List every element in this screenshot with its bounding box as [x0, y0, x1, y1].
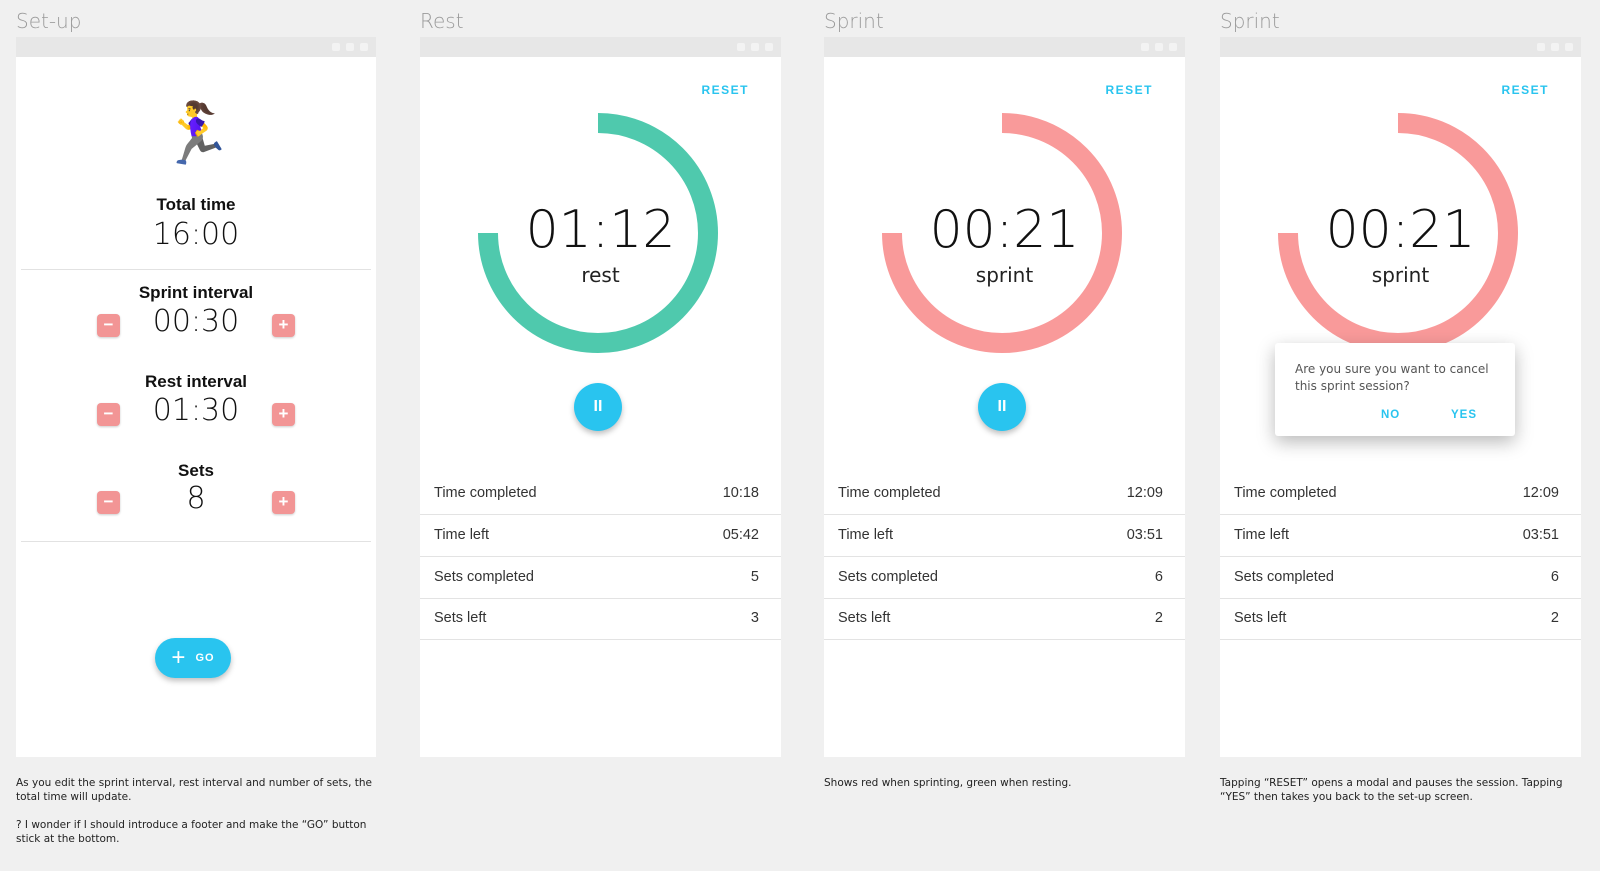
runner-icon: 🏃‍♀️: [158, 100, 234, 167]
setup-note-2: ? I wonder if I should introduce a foote…: [16, 819, 367, 845]
cancel-session-dialog: Are you sure you want to cancel this spr…: [1275, 343, 1515, 436]
stat-value: 12:09: [1522, 485, 1559, 501]
rest-screen: RESET 01:12 rest II Time completed 10:18 T…: [420, 57, 781, 757]
column-label-setup: Set-up: [16, 9, 82, 33]
status-bar: [1220, 37, 1581, 57]
stat-row: Sets completed 6: [1220, 557, 1581, 599]
yes-button[interactable]: YES: [1451, 409, 1477, 421]
go-label: GO: [195, 652, 215, 664]
stat-row: Sets left 2: [824, 598, 1185, 640]
stat-row: Sets completed 6: [824, 557, 1185, 599]
total-time-label: Total time: [156, 195, 236, 214]
status-bar: [16, 37, 376, 57]
setup-note-1: As you edit the sprint interval, rest in…: [16, 777, 373, 803]
no-button[interactable]: NO: [1381, 409, 1400, 421]
stat-value: 05:42: [722, 527, 759, 543]
reset-button[interactable]: RESET: [1501, 83, 1549, 97]
stat-row: Time left 05:42: [420, 515, 781, 557]
stat-value: 03:51: [1126, 527, 1163, 543]
timer-display: 01:12: [525, 200, 676, 260]
stat-value: 12:09: [1126, 485, 1163, 501]
pause-icon: II: [997, 398, 1007, 415]
rest-interval-label: Rest interval: [144, 372, 248, 391]
mode-label: sprint: [1371, 263, 1430, 287]
timer-display: 00:21: [929, 200, 1080, 260]
stat-label: Time left: [838, 527, 894, 543]
status-bar: [824, 37, 1185, 57]
sprint-increment-button[interactable]: +: [272, 314, 295, 337]
stat-label: Sets completed: [838, 569, 938, 585]
stat-label: Time completed: [1234, 485, 1337, 501]
stat-row: Time completed 12:09: [824, 473, 1185, 515]
divider: [21, 541, 371, 542]
stat-row: Time left 03:51: [824, 515, 1185, 557]
stat-row: Sets left 2: [1220, 598, 1581, 640]
stat-label: Sets completed: [434, 569, 534, 585]
sets-value: 8: [186, 481, 206, 516]
sprint-note: Shows red when sprinting, green when res…: [824, 777, 1072, 789]
sets-label: Sets: [178, 461, 214, 480]
divider: [21, 269, 371, 270]
stat-value: 6: [1154, 569, 1163, 585]
stat-value: 3: [750, 610, 759, 626]
stat-label: Sets left: [838, 610, 891, 626]
sprint-modal-screen: RESET 00:21 sprint Are you sure you want…: [1220, 57, 1581, 757]
reset-button[interactable]: RESET: [701, 83, 749, 97]
rest-increment-button[interactable]: +: [272, 403, 295, 426]
stat-label: Time completed: [434, 485, 537, 501]
timer-display: 00:21: [1325, 200, 1476, 260]
status-bar: [420, 37, 781, 57]
column-label-rest: Rest: [420, 9, 464, 33]
stat-label: Time left: [434, 527, 490, 543]
stat-value: 03:51: [1522, 527, 1559, 543]
stat-row: Time left 03:51: [1220, 515, 1581, 557]
plus-icon: +: [171, 644, 186, 671]
stat-row: Time completed 10:18: [420, 473, 781, 515]
sprint-interval-value: 00:30: [152, 304, 240, 339]
rest-interval-value: 01:30: [152, 393, 240, 428]
pause-icon: II: [593, 398, 603, 415]
sprint-interval-label: Sprint interval: [138, 283, 254, 302]
sprint-screen: RESET 00:21 sprint II Time completed 12:0…: [824, 57, 1185, 757]
stat-row: Sets completed 5: [420, 557, 781, 599]
stat-row: Sets left 3: [420, 598, 781, 640]
reset-button[interactable]: RESET: [1105, 83, 1153, 97]
column-label-sprint-modal: Sprint: [1220, 9, 1280, 33]
dialog-message: Are you sure you want to cancel this spr…: [1295, 362, 1489, 393]
pause-button[interactable]: II: [574, 383, 622, 431]
sets-increment-button[interactable]: +: [272, 491, 295, 514]
total-time-value: 16:00: [152, 217, 240, 252]
stat-label: Time completed: [838, 485, 941, 501]
reset-note: Tapping “RESET” opens a modal and pauses…: [1220, 777, 1563, 803]
mode-label: sprint: [975, 263, 1034, 287]
stat-label: Sets left: [434, 610, 487, 626]
stat-value: 10:18: [722, 485, 759, 501]
column-label-sprint: Sprint: [824, 9, 884, 33]
pause-button[interactable]: II: [978, 383, 1026, 431]
go-button[interactable]: + GO: [155, 638, 231, 678]
stat-value: 2: [1154, 610, 1163, 626]
stat-row: Time completed 12:09: [1220, 473, 1581, 515]
stat-label: Sets left: [1234, 610, 1287, 626]
stat-value: 5: [750, 569, 759, 585]
stat-label: Time left: [1234, 527, 1290, 543]
stat-value: 2: [1550, 610, 1559, 626]
setup-screen: 🏃‍♀️ Total time 16:00 Sprint interval − …: [16, 57, 376, 757]
stat-value: 6: [1550, 569, 1559, 585]
mode-label: rest: [581, 263, 620, 287]
stat-label: Sets completed: [1234, 569, 1334, 585]
